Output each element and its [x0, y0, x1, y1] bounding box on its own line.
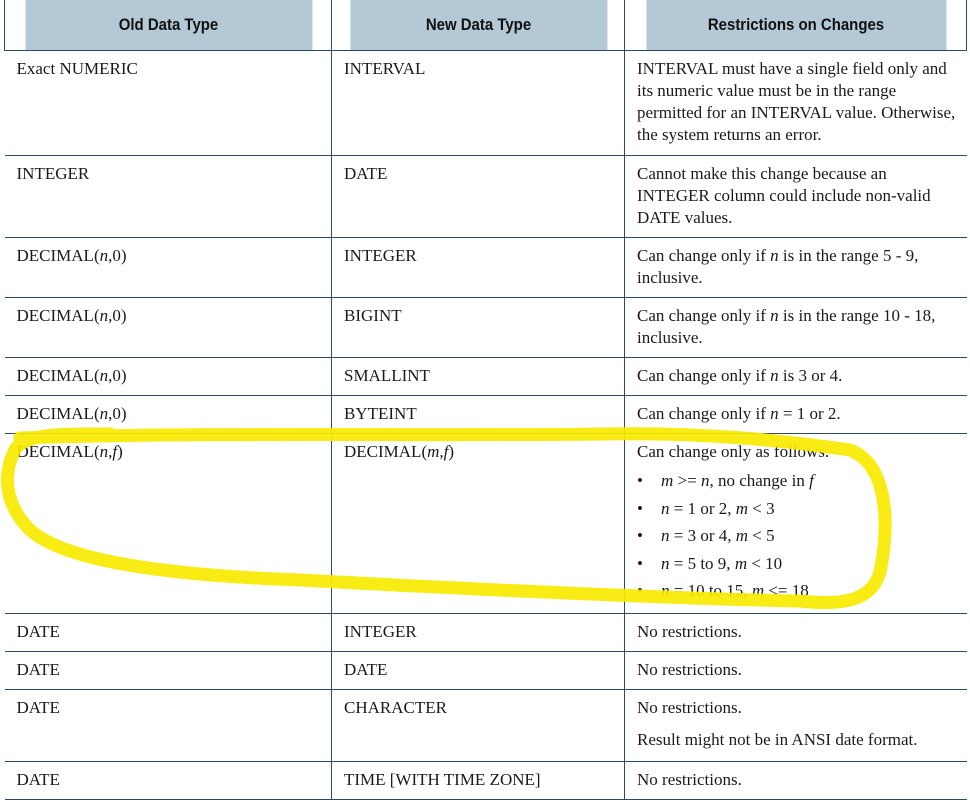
new-type-cell: INTEGER: [331, 237, 625, 298]
list-item: n = 1 or 2, m < 3: [637, 495, 957, 523]
table-row: Exact NUMERIC INTERVAL INTERVAL must hav…: [4, 50, 967, 156]
new-type-cell: DATE: [331, 155, 625, 238]
restriction-cell: No restrictions. Result might not be in A…: [624, 689, 967, 762]
header-row: Old Data Type New Data Type Restrictions…: [5, 0, 967, 51]
new-type-cell: DECIMAL(m,f): [331, 433, 625, 614]
new-type-cell: BIGINT: [331, 297, 625, 358]
old-type-cell: DECIMAL(n,0): [4, 237, 332, 298]
table-row: DATE INTEGER No restrictions.: [4, 613, 967, 652]
old-type-cell: Exact NUMERIC: [4, 50, 332, 156]
table-row: DECIMAL(n,0) INTEGER Can change only if …: [4, 237, 967, 298]
new-type-cell: TIME [WITH TIME ZONE]: [331, 761, 625, 800]
table-row: DECIMAL(n,f) DECIMAL(m,f) Can change onl…: [4, 433, 967, 614]
header-new-data-type: New Data Type: [348, 0, 608, 51]
table-row: INTEGER DATE Cannot make this change bec…: [4, 155, 967, 238]
old-type-cell: DATE: [4, 761, 332, 800]
condition-list: m >= n, no change in f n = 1 or 2, m < 3…: [637, 467, 957, 605]
restriction-cell: Can change only if n is in the range 10 …: [624, 297, 967, 358]
old-type-cell: INTEGER: [4, 155, 332, 238]
new-type-cell: CHARACTER: [331, 689, 625, 762]
restriction-cell: No restrictions.: [624, 613, 967, 652]
table-row: DECIMAL(n,0) BIGINT Can change only if n…: [4, 297, 967, 358]
header-restrictions: Restrictions on Changes: [644, 0, 947, 51]
restriction-cell: INTERVAL must have a single field only a…: [624, 50, 967, 156]
list-item: n = 3 or 4, m < 5: [637, 522, 957, 550]
table-row: DECIMAL(n,0) SMALLINT Can change only if…: [4, 357, 967, 396]
old-type-cell: DECIMAL(n,f): [4, 433, 332, 614]
old-type-cell: DECIMAL(n,0): [4, 297, 332, 358]
old-type-cell: DATE: [4, 613, 332, 652]
new-type-cell: BYTEINT: [331, 395, 625, 434]
restriction-cell: Can change only if n = 1 or 2.: [624, 395, 967, 434]
restriction-cell: No restrictions.: [624, 651, 967, 690]
data-type-conversion-table: Old Data Type New Data Type Restrictions…: [4, 0, 967, 800]
new-type-cell: INTEGER: [331, 613, 625, 652]
table-row: DATE TIME [WITH TIME ZONE] No restrictio…: [4, 761, 967, 800]
restriction-cell: Cannot make this change because an INTEG…: [624, 155, 967, 238]
restriction-note: Result might not be in ANSI date format.: [637, 730, 918, 749]
table-row: DECIMAL(n,0) BYTEINT Can change only if …: [4, 395, 967, 434]
new-type-cell: INTERVAL: [331, 50, 625, 156]
restriction-cell: No restrictions.: [624, 761, 967, 800]
old-type-cell: DECIMAL(n,0): [4, 357, 332, 396]
table-row: DATE CHARACTER No restrictions. Result mi…: [4, 689, 967, 762]
old-type-cell: DATE: [4, 651, 332, 690]
restriction-cell: Can change only as follows. m >= n, no c…: [624, 433, 967, 614]
restriction-cell: Can change only if n is 3 or 4.: [624, 357, 967, 396]
old-type-cell: DECIMAL(n,0): [4, 395, 332, 434]
list-item: n = 5 to 9, m < 10: [637, 550, 957, 578]
table-row: DATE DATE No restrictions.: [4, 651, 967, 690]
list-item: n = 10 to 15, m <= 18: [637, 577, 957, 605]
header-old-data-type: Old Data Type: [23, 0, 313, 51]
restriction-cell: Can change only if n is in the range 5 -…: [624, 237, 967, 298]
old-type-cell: DATE: [4, 689, 332, 762]
new-type-cell: DATE: [331, 651, 625, 690]
list-item: m >= n, no change in f: [637, 467, 957, 495]
new-type-cell: SMALLINT: [331, 357, 625, 396]
